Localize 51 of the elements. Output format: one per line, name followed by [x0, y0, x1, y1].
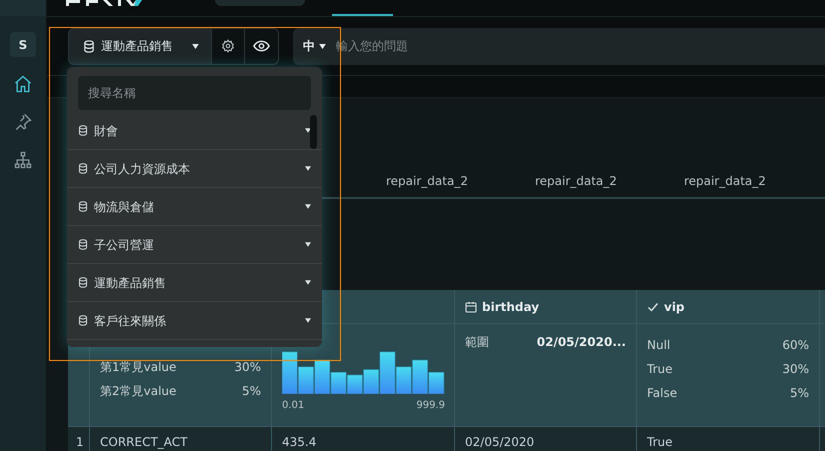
calendar-icon	[465, 300, 477, 312]
caret-icon	[305, 204, 311, 209]
table-cell: CORRECT_ACT	[100, 435, 188, 449]
column-header[interactable]: birthday	[482, 298, 540, 316]
dataset-option[interactable]: 物流與倉儲	[67, 188, 322, 226]
stat-value: 30%	[782, 361, 809, 378]
dataset-tab[interactable]: repair_data_2	[386, 172, 468, 197]
stat-label: 第1常見value	[100, 359, 176, 376]
stat-label: True	[647, 361, 672, 378]
axis-min-label: 0.01	[282, 399, 304, 413]
language-selector[interactable]: 中	[303, 37, 326, 56]
sitemap-icon[interactable]	[13, 150, 33, 170]
dataset-tab[interactable]: repair_data_2	[534, 172, 617, 197]
caret-icon	[305, 280, 311, 285]
table-cell: 435.4	[282, 435, 316, 449]
caret-icon	[305, 242, 311, 247]
caret-icon	[319, 44, 326, 49]
database-icon	[78, 315, 88, 326]
scrollbar-thumb[interactable]	[310, 115, 317, 149]
dataset-tab[interactable]: repair_data_2	[684, 172, 766, 197]
check-icon	[647, 300, 659, 312]
dataset-option[interactable]: 公司人力資源成本	[67, 150, 322, 188]
stat-value: 60%	[782, 337, 809, 354]
active-tab-underline	[332, 14, 393, 16]
home-icon[interactable]	[13, 74, 33, 94]
stat-value: 5%	[790, 385, 809, 402]
database-icon	[78, 201, 88, 212]
dataset-option[interactable]: 客戶往來關係	[67, 302, 322, 340]
table-cell: True	[647, 435, 672, 449]
stat-value: 30%	[234, 359, 261, 376]
database-icon	[78, 277, 88, 288]
row-number: 1	[76, 435, 84, 449]
caret-icon	[305, 318, 311, 323]
column-header[interactable]: vip	[664, 298, 685, 316]
stat-value: 02/05/2020...	[536, 334, 626, 351]
stat-value: 5%	[242, 383, 261, 400]
axis-max-label: 999.9	[416, 399, 445, 413]
avatar[interactable]: S	[10, 32, 36, 57]
stat-label: Null	[647, 337, 670, 354]
stat-label: False	[647, 385, 678, 402]
pin-icon[interactable]	[13, 112, 33, 132]
stat-label: 範圍	[465, 334, 489, 351]
stat-label: 第2常見value	[100, 383, 176, 400]
table-cell: 02/05/2020	[465, 435, 534, 449]
dataset-option[interactable]: 子公司營運	[67, 226, 322, 264]
database-icon	[78, 239, 88, 250]
search-field[interactable]: 搜尋名稱	[78, 76, 311, 110]
database-icon	[78, 125, 88, 136]
database-icon	[78, 163, 88, 174]
dataset-option[interactable]: 運動產品銷售	[67, 264, 322, 302]
caret-icon	[305, 166, 311, 171]
